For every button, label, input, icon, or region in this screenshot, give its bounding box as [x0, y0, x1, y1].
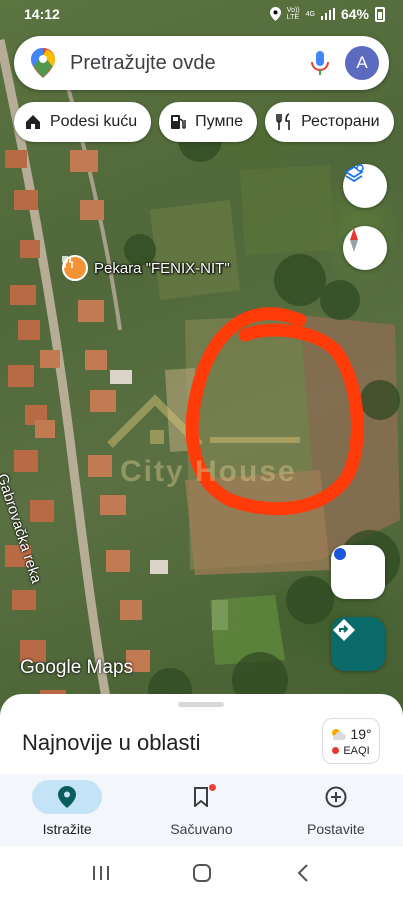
nav-saved[interactable]: Sačuvano — [134, 774, 268, 846]
account-avatar[interactable]: A — [345, 46, 379, 80]
clock: 14:12 — [24, 6, 60, 22]
chip-set-home[interactable]: Podesi kuću — [14, 102, 152, 142]
recent-apps-button[interactable] — [81, 858, 121, 888]
back-button[interactable] — [283, 858, 323, 888]
back-chevron-icon — [297, 864, 308, 882]
home-button[interactable] — [182, 858, 222, 888]
chip-label: Пумпе — [195, 113, 244, 130]
battery-level: 64% — [340, 6, 369, 22]
home-square-icon — [192, 864, 211, 882]
add-circle-icon — [325, 786, 347, 808]
location-status-icon — [269, 7, 281, 21]
status-bar: 14:12 Vo)) LTE 4G 64% — [0, 0, 403, 28]
nav-label: Sačuvano — [170, 821, 233, 837]
microphone-icon[interactable] — [309, 50, 331, 76]
nav-label: Istražite — [42, 821, 92, 837]
explore-pin-icon — [58, 786, 77, 808]
recent-apps-icon — [92, 866, 109, 880]
category-chips: Podesi kuću Пумпе Ресторани — [14, 102, 394, 142]
aqi-label: EAQI — [343, 744, 370, 757]
nav-explore[interactable]: Istražite — [0, 774, 134, 846]
restaurant-icon — [276, 113, 290, 130]
directions-icon — [333, 619, 355, 641]
system-navigation-bar — [0, 846, 403, 900]
layers-icon — [344, 164, 364, 183]
battery-icon — [375, 6, 385, 22]
google-maps-logo: Google Maps — [20, 657, 134, 678]
nav-contribute[interactable]: Postavite — [269, 774, 403, 846]
compass-button[interactable] — [343, 226, 387, 270]
chip-label: Podesi kuću — [50, 113, 138, 130]
partly-cloudy-icon — [332, 728, 347, 740]
notification-dot — [209, 784, 217, 791]
place-name-label: Pekara "FENIX-NIT" — [94, 259, 230, 277]
search-bar[interactable]: Pretražujte ovde A — [14, 36, 389, 90]
restaurant-marker-icon — [62, 255, 88, 281]
bottom-sheet[interactable]: Najnovije u oblasti 19° EAQI — [0, 694, 403, 774]
google-maps-pin-icon — [31, 48, 55, 78]
bottom-navigation: Istražite Sačuvano Postavite — [0, 774, 403, 846]
bookmark-icon — [194, 787, 209, 807]
compass-icon — [350, 228, 358, 252]
nav-label: Postavite — [307, 821, 365, 837]
directions-button[interactable] — [331, 617, 385, 671]
gas-station-icon — [171, 115, 186, 129]
aqi-status-dot — [332, 747, 340, 754]
network-type: 4G — [305, 10, 315, 18]
map-place-marker[interactable]: Pekara "FENIX-NIT" — [62, 255, 230, 281]
weather-widget[interactable]: 19° EAQI — [322, 718, 380, 764]
sheet-drag-handle[interactable] — [178, 702, 224, 707]
watermark-label: City House — [120, 455, 297, 488]
my-location-button[interactable] — [331, 545, 385, 599]
home-icon — [26, 115, 40, 129]
my-location-icon — [334, 548, 346, 560]
weather-temperature: 19° — [350, 725, 372, 742]
sheet-title: Najnovije u oblasti — [22, 730, 201, 755]
layers-button[interactable] — [343, 164, 387, 208]
chip-gas-stations[interactable]: Пумпе — [159, 102, 258, 142]
signal-icon — [320, 8, 335, 20]
volte-indicator: Vo)) LTE — [286, 7, 300, 21]
chip-restaurants[interactable]: Ресторани — [265, 102, 394, 142]
search-input[interactable]: Pretražujte ovde — [70, 52, 309, 75]
chip-label: Ресторани — [301, 113, 380, 130]
